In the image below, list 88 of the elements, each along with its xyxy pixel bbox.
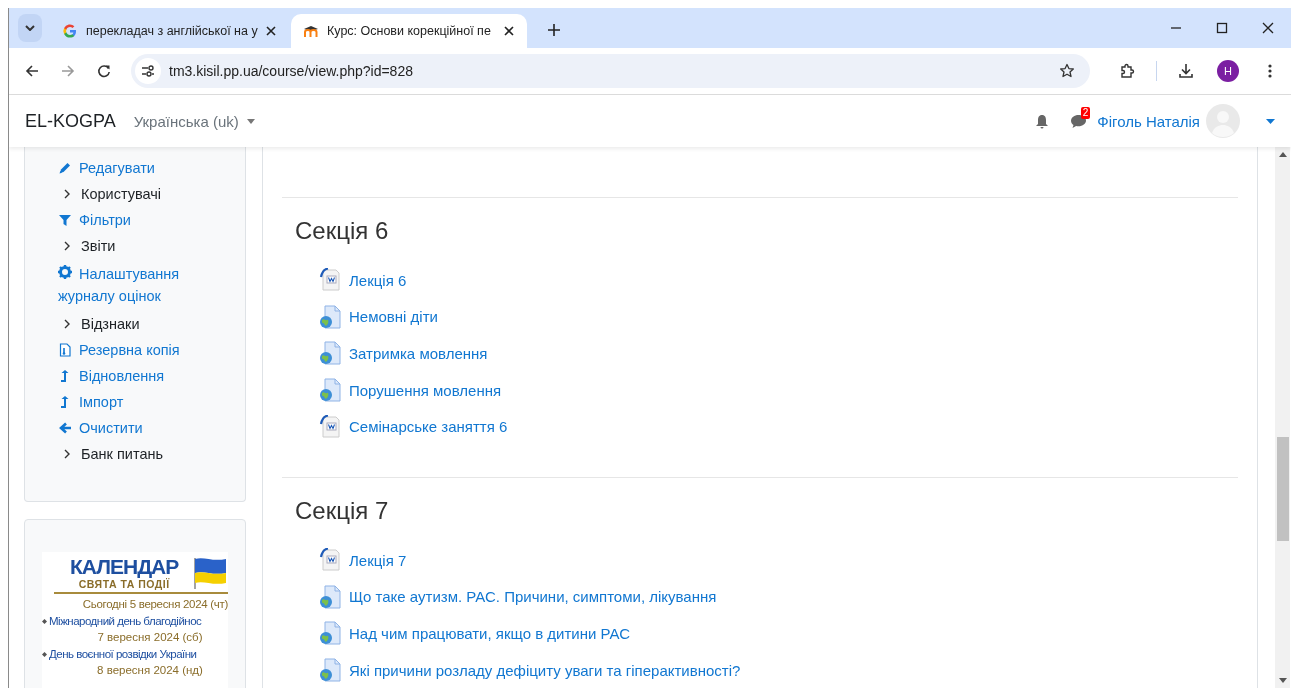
scroll-thumb[interactable] — [1277, 437, 1289, 541]
globe-page-icon — [319, 304, 343, 329]
event-link[interactable]: Міжнародний день благодійнос — [49, 613, 202, 629]
cap-logo-icon — [303, 23, 319, 39]
menu-link[interactable]: Налаштування журналу оцінок — [58, 259, 235, 308]
chevron-right-icon — [64, 241, 70, 251]
g-logo-icon — [62, 23, 78, 39]
activity-link[interactable]: Немовні діти — [319, 298, 438, 336]
file-icon — [58, 343, 72, 357]
document-icon — [319, 414, 343, 439]
messages-button[interactable]: 2 — [1063, 106, 1094, 136]
menu-link[interactable]: Очистити — [58, 415, 235, 441]
address-bar[interactable]: tm3.kisil.pp.ua/course/view.php?id=828 — [131, 54, 1090, 88]
calendar-subtitle: СВЯТА ТА ПОДІЇ — [78, 578, 170, 590]
expandable-menu-item[interactable]: Відзнаки — [58, 311, 235, 337]
reload-icon — [97, 64, 111, 78]
message-count-badge: 2 — [1080, 107, 1091, 119]
event-date: 7 вересня 2024 (сб) — [96, 630, 204, 645]
user-menu[interactable]: Фіголь Наталія — [1097, 104, 1275, 138]
filter-icon — [58, 213, 72, 227]
scrollbar[interactable] — [1275, 147, 1290, 688]
close-icon — [504, 26, 514, 36]
site-settings-button[interactable] — [135, 58, 161, 84]
globe-page-icon — [319, 378, 343, 403]
caret-icon — [246, 118, 255, 124]
close-icon — [1262, 22, 1274, 34]
tab-list-button[interactable] — [18, 14, 42, 42]
menu-link[interactable]: Редагувати — [58, 155, 235, 181]
puzzle-icon — [1119, 63, 1135, 79]
globe-page-icon — [319, 584, 343, 609]
browser-tab[interactable]: перекладач з англійської на у — [50, 14, 286, 48]
language-menu[interactable]: Українська (uk) — [133, 112, 255, 130]
document-icon — [319, 268, 343, 293]
chevron-right-icon — [64, 189, 70, 199]
activity-link[interactable]: Які причини розладу дефіциту уваги та гіперактивності? — [319, 651, 741, 688]
maximize-icon — [1216, 22, 1228, 34]
chevron-right-icon — [64, 319, 70, 329]
event-link[interactable]: День воєнної розвідки України — [49, 646, 197, 662]
close-icon — [265, 26, 276, 36]
tab-title: Курс: Основи корекційної пе — [327, 24, 492, 38]
activity-link[interactable]: Затримка мовлення — [319, 335, 488, 372]
download-icon — [1178, 63, 1194, 79]
menu-link[interactable]: Імпорт — [58, 389, 235, 415]
activity-link[interactable]: Що таке аутизм. РАС. Причини, симптоми, лікування — [319, 578, 717, 616]
browser-tab[interactable]: Курс: Основи корекційної пе — [291, 14, 527, 48]
back-arrow-icon — [25, 64, 39, 78]
pencil-icon — [58, 161, 72, 175]
profile-avatar[interactable]: H — [1217, 60, 1239, 82]
activity-link[interactable]: Лекція 7 — [319, 541, 407, 579]
globe-page-icon — [319, 658, 343, 683]
menu-link[interactable]: Резервна копія — [58, 337, 235, 363]
chevron-right-icon — [64, 449, 70, 459]
site-name-link[interactable]: EL-KOGPA — [25, 110, 116, 132]
user-name: Фіголь Наталія — [1097, 112, 1200, 130]
settings-icon — [58, 265, 72, 279]
menu-link[interactable]: Відновлення — [58, 363, 235, 389]
expandable-menu-item[interactable]: Звіти — [58, 233, 235, 259]
document-icon — [319, 548, 343, 573]
scroll-down-icon[interactable] — [1278, 678, 1287, 683]
url-text: tm3.kisil.pp.ua/course/view.php?id=828 — [169, 63, 413, 79]
section-title: Секція 6 — [295, 216, 390, 246]
globe-page-icon — [319, 341, 343, 366]
kebab-menu-icon — [1268, 64, 1272, 78]
star-icon — [1059, 63, 1075, 79]
plus-icon — [548, 24, 560, 36]
event-date: 8 вересня 2024 (нд) — [96, 663, 204, 678]
caret-icon — [1266, 118, 1275, 124]
expandable-menu-item[interactable]: Банк питань — [58, 441, 235, 467]
left-arrow-icon — [58, 421, 72, 435]
activity-link[interactable]: Порушення мовлення — [319, 371, 502, 409]
sliders-icon — [141, 65, 155, 77]
activity-link[interactable]: Над чим працювати, якщо в дитини РАС — [319, 615, 631, 652]
flag-icon — [192, 556, 228, 590]
globe-page-icon — [319, 621, 343, 646]
bullet-icon — [42, 618, 47, 624]
activity-link[interactable]: Лекція 6 — [319, 262, 407, 299]
tab-title: перекладач з англійської на у — [86, 24, 258, 38]
forward-arrow-icon — [61, 64, 75, 78]
bullet-icon — [42, 651, 47, 657]
chevron-down-icon — [25, 25, 35, 31]
activity-link[interactable]: Семінарське заняття 6 — [319, 408, 508, 445]
bell-icon — [1035, 113, 1050, 129]
calendar-title: КАЛЕНДАР — [70, 556, 179, 578]
section-title: Секція 7 — [295, 495, 390, 526]
expandable-menu-item[interactable]: Користувачі — [58, 181, 235, 207]
menu-link[interactable]: Фільтри — [58, 207, 235, 233]
scroll-up-icon[interactable] — [1278, 152, 1287, 157]
calendar-today: Сьогодні 5 вересня 2024 (чт) — [81, 597, 228, 612]
